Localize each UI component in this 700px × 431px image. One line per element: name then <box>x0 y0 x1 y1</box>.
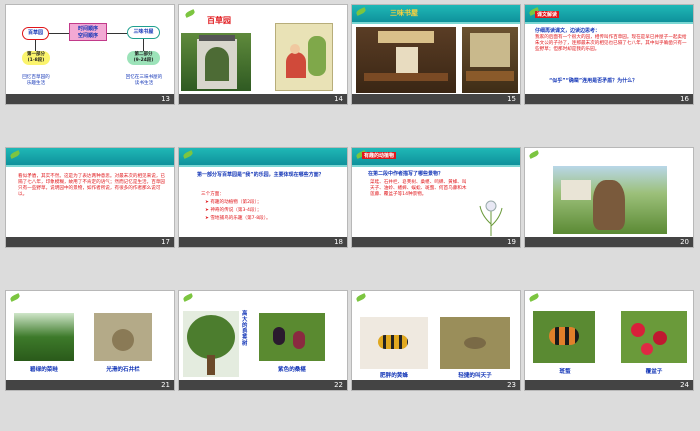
slide-14[interactable]: 百草园 14 <box>178 4 348 105</box>
caption: 光滑的石井栏 <box>106 367 140 373</box>
node-sanwei: 三味书屋 <box>127 26 160 39</box>
caption: 覆盆子 <box>645 369 663 375</box>
tree-caption: 高大的皂荚树 <box>242 311 248 347</box>
part-two: 第二部分 (9-24段) <box>127 51 160 65</box>
caption: 紫色的桑椹 <box>278 367 306 373</box>
slide-number: 20 <box>525 237 693 247</box>
slide-title: 三味书屋 <box>390 9 418 17</box>
caption: 轻捷的叫天子 <box>458 373 492 379</box>
study-room-photo <box>356 27 456 93</box>
slide-number: 18 <box>179 237 347 247</box>
prompt: 仔细再读课文，边读边思考： <box>535 28 601 34</box>
slide-number: 13 <box>6 94 174 104</box>
slide-22[interactable]: 高大的皂荚树 紫色的桑椹 22 <box>178 290 348 391</box>
question: “似乎”“确凿”连用是否矛盾？为什么？ <box>549 78 638 84</box>
list-item: ➤ 雪地捕鸟的乐趣（第7-8段）。 <box>205 216 271 221</box>
node-baicaoyuan: 百草园 <box>22 27 49 40</box>
part-one: 第一部分 (1-8段) <box>22 51 50 65</box>
wasp-photo <box>360 317 428 369</box>
mulberry-photo <box>259 313 325 361</box>
slide-20[interactable]: 20 <box>524 147 694 248</box>
list-item: ➤ 神奇的传说（第3-4段）； <box>205 208 262 213</box>
raspberry-photo <box>621 311 687 363</box>
slide-sorter: 百草园 时间顺序 空间顺序 三味书屋 第一部分 (1-8段) 第二部分 (9-2… <box>0 0 700 431</box>
slide-number: 24 <box>525 380 693 390</box>
slide-number: 17 <box>6 237 174 247</box>
slide-number: 21 <box>6 380 174 390</box>
question: 第一部分写百草园是“我”的乐园，主要体现在哪些方面？ <box>197 172 324 178</box>
slide-24[interactable]: 斑蝥 覆盆子 24 <box>524 290 694 391</box>
blister-beetle-photo <box>533 311 595 363</box>
answer: 菜畦、石井栏、皂荚树、桑椹、鸣蝉、黄蜂、叫天子、油蛉、蟋蟀、蜈蚣、斑蝥、何首乌藤… <box>370 180 467 197</box>
answer: 看似矛盾，其实不然。这是为了表达两种意思。对最末次的相见来说，已隔了七八年，印象… <box>18 174 166 197</box>
caption: 肥胖的黄蜂 <box>380 373 408 379</box>
slide-number: 22 <box>179 380 347 390</box>
slide-21[interactable]: 碧绿的菜畦 光滑的石井栏 21 <box>5 290 175 391</box>
question: 在第二段中作者描写了哪些景物？ <box>368 171 444 177</box>
center-box: 时间顺序 空间顺序 <box>69 23 107 41</box>
stone-well-photo <box>94 313 152 361</box>
list-item: ➤ 有趣的动植物（第2段）； <box>205 200 262 205</box>
slide-number: 14 <box>179 94 347 104</box>
slide-number: 15 <box>352 94 520 104</box>
painting-photo <box>275 23 333 91</box>
stone-monument-photo <box>553 166 667 234</box>
section-badge: 有趣的动植物 <box>362 152 397 159</box>
skylark-photo <box>440 317 510 369</box>
caption: 碧绿的菜畦 <box>30 367 58 373</box>
slide-16[interactable]: 课文解读 仔细再读课文，边读边思考： 我家的后面有一个很大的园，相传叫作百草园。… <box>524 4 694 105</box>
flower-icon <box>476 196 506 236</box>
garden-gate-photo <box>181 33 251 91</box>
slide-23[interactable]: 肥胖的黄蜂 轻捷的叫天子 23 <box>351 290 521 391</box>
classroom-photo <box>462 27 518 93</box>
slide-13[interactable]: 百草园 时间顺序 空间顺序 三味书屋 第一部分 (1-8段) 第二部分 (9-2… <box>5 4 175 105</box>
caption: 斑蝥 <box>559 369 571 375</box>
passage: 我家的后面有一个很大的园，相传叫作百草园。现在是早已并屋子一起卖给朱文公的子孙了… <box>535 35 687 52</box>
slide-number: 16 <box>525 94 693 104</box>
locust-tree-photo <box>183 311 239 377</box>
left-summary: 回忆百草园的 乐趣生活 <box>22 75 50 86</box>
slide-number: 19 <box>352 237 520 247</box>
slide-title: 百草园 <box>207 16 231 25</box>
slide-19[interactable]: 有趣的动植物 在第二段中作者描写了哪些景物？ 菜畦、石井栏、皂荚树、桑椹、鸣蝉、… <box>351 147 521 248</box>
slide-18[interactable]: 第一部分写百草园是“我”的乐园，主要体现在哪些方面？ 三个方面： ➤ 有趣的动植… <box>178 147 348 248</box>
vegetable-bed-photo <box>14 313 74 361</box>
slide-17[interactable]: 看似矛盾，其实不然。这是为了表达两种意思。对最末次的相见来说，已隔了七八年，印象… <box>5 147 175 248</box>
section-badge: 课文解读 <box>535 11 560 18</box>
slide-15[interactable]: 三味书屋 15 <box>351 4 521 105</box>
right-summary: 回忆在三味书屋的 读书生活 <box>125 75 163 86</box>
slide-number: 23 <box>352 380 520 390</box>
list-head: 三个方面： <box>201 192 224 197</box>
